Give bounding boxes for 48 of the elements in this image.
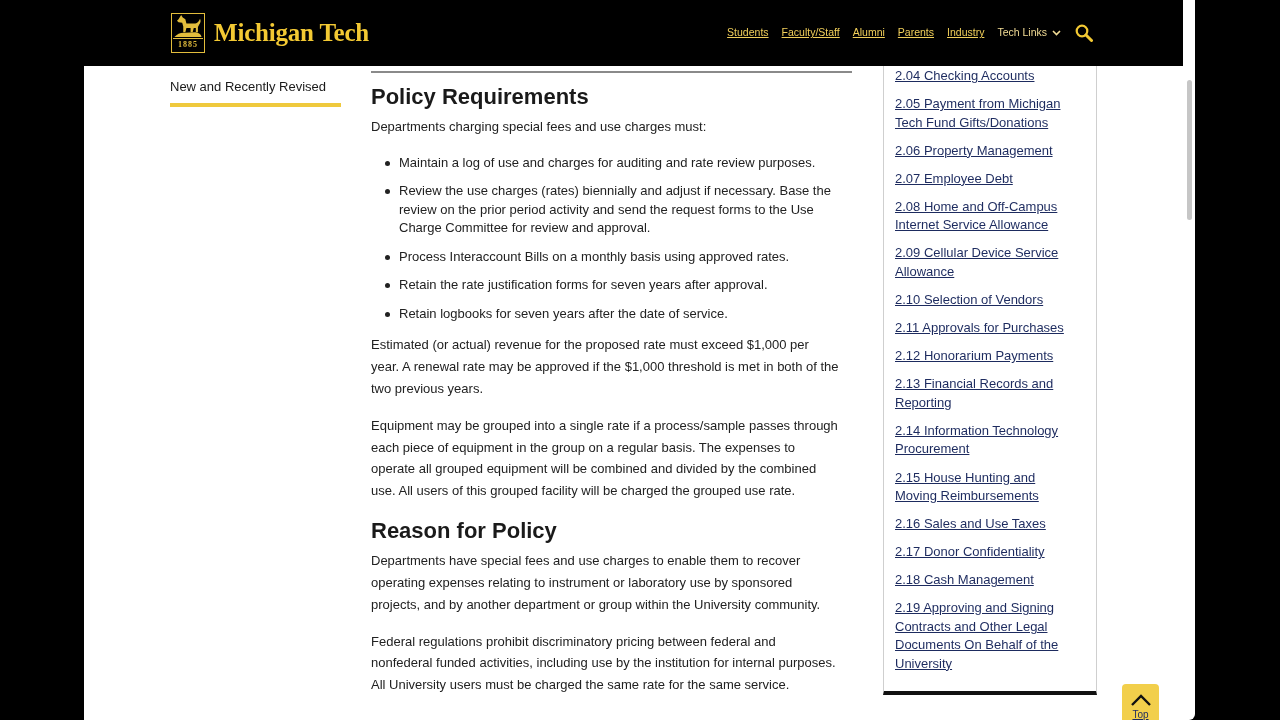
body-paragraph: Federal regulations prohibit discriminatory pricing between federal and nonfederal funded activities, including use by the institution for internal purposes. All University users must be charged the same rate for the same service. xyxy=(371,632,837,695)
logo-emblem[interactable]: 1885 xyxy=(171,13,205,53)
nav-link[interactable]: Parents xyxy=(897,25,935,41)
nav-link[interactable]: Students xyxy=(727,25,769,41)
sidebar-link[interactable]: 2.04 Checking Accounts xyxy=(895,67,1076,86)
nav-link[interactable]: Industry xyxy=(947,25,985,41)
sidebar-link[interactable]: 2.07 Employee Debt xyxy=(895,169,1076,189)
bullet-icon xyxy=(385,283,390,289)
nav-link[interactable]: Faculty/Staff xyxy=(781,25,840,41)
sidebar-link[interactable]: 2.09 Cellular Device Service Allowance xyxy=(895,244,1076,282)
body-paragraph: Departments charging special fees and use charges must: xyxy=(371,118,708,136)
bullet-icon xyxy=(385,189,390,195)
list-item-text: Maintain a log of use and charges for auditing and rate review purposes. xyxy=(399,153,816,172)
sidebar-link[interactable]: 2.16 Sales and Use Taxes xyxy=(895,515,1076,534)
chevron-up-icon xyxy=(1129,693,1152,706)
site-wordmark[interactable]: Michigan Tech xyxy=(214,14,370,52)
sidebar-link[interactable]: 2.05 Payment from Michigan Tech Fund Gifts/Donations xyxy=(895,95,1076,133)
list-item-text: Process Interaccount Bills on a monthly basis using approved rates. xyxy=(399,247,790,266)
body-paragraph: Departments have special fees and use charges to enable them to recover operating expenses relating to instrument or laboratory use by sponsored projects, and by another department or group within the University community. xyxy=(371,552,822,614)
bullet-icon xyxy=(385,160,390,166)
nav-dropdown[interactable]: Tech Links xyxy=(997,25,1061,41)
list-item-text: Retain logbooks for seven years after the date of service. xyxy=(399,304,728,323)
list-item-text: Retain the rate justification forms for seven years after approval. xyxy=(399,276,768,295)
sidebar-link[interactable]: 2.19 Approving and Signing Contracts and Other Legal Documents On Behalf of the University xyxy=(895,599,1076,674)
sidebar-link[interactable]: 2.17 Donor Confidentiality xyxy=(895,543,1076,562)
nav-link[interactable]: Alumni xyxy=(852,25,885,41)
sidebar-link[interactable]: 2.13 Financial Records and Reporting xyxy=(895,375,1076,413)
sidebar-heading: New and Recently Revised xyxy=(170,78,328,96)
sidebar-link[interactable]: 2.12 Honorarium Payments xyxy=(895,347,1076,366)
sidebar-link[interactable]: 2.08 Home and Off-Campus Internet Service Allowance xyxy=(895,197,1076,235)
bullet-icon xyxy=(385,254,390,260)
sidebar-link[interactable]: 2.10 Selection of Vendors xyxy=(895,291,1076,310)
section-heading: Policy Requirements xyxy=(371,83,590,111)
search-icon[interactable] xyxy=(1075,24,1093,42)
sidebar-link[interactable]: 2.18 Cash Management xyxy=(895,571,1076,590)
sidebar-link[interactable]: 2.11 Approvals for Purchases xyxy=(895,319,1076,338)
sidebar-link[interactable]: 2.14 Information Technology Procurement xyxy=(895,421,1076,459)
husky-icon xyxy=(173,15,203,37)
bullet-icon xyxy=(385,311,390,317)
scrollbar-thumb[interactable] xyxy=(1187,80,1192,220)
list-item-text: Review the use charges (rates) biennially and adjust if necessary. Base the review on the prior period activity and send the request forms to the Use Charge Committee for review and approval. xyxy=(399,182,832,238)
back-to-top-button[interactable]: Top xyxy=(1122,684,1159,720)
logo-year: 1885 xyxy=(173,38,203,49)
sidebar-link[interactable]: 2.15 House Hunting and Moving Reimbursements xyxy=(895,468,1076,506)
section-heading: Reason for Policy xyxy=(371,517,558,546)
sidebar-link[interactable]: 2.06 Property Management xyxy=(895,141,1076,161)
body-paragraph: Estimated (or actual) revenue for the proposed rate must exceed $1,000 per year. A renewal rate may be approved if the $1,000 threshold is met in both of the two previous years. xyxy=(371,336,840,398)
body-paragraph: Equipment may be grouped into a single rate if a process/sample passes through each piece of equipment in the group on a regular basis. The expenses to operate all grouped equipment will be combined and divided by the combined use. All users of this grouped facility will be charged the grouped use rate. xyxy=(371,416,839,500)
